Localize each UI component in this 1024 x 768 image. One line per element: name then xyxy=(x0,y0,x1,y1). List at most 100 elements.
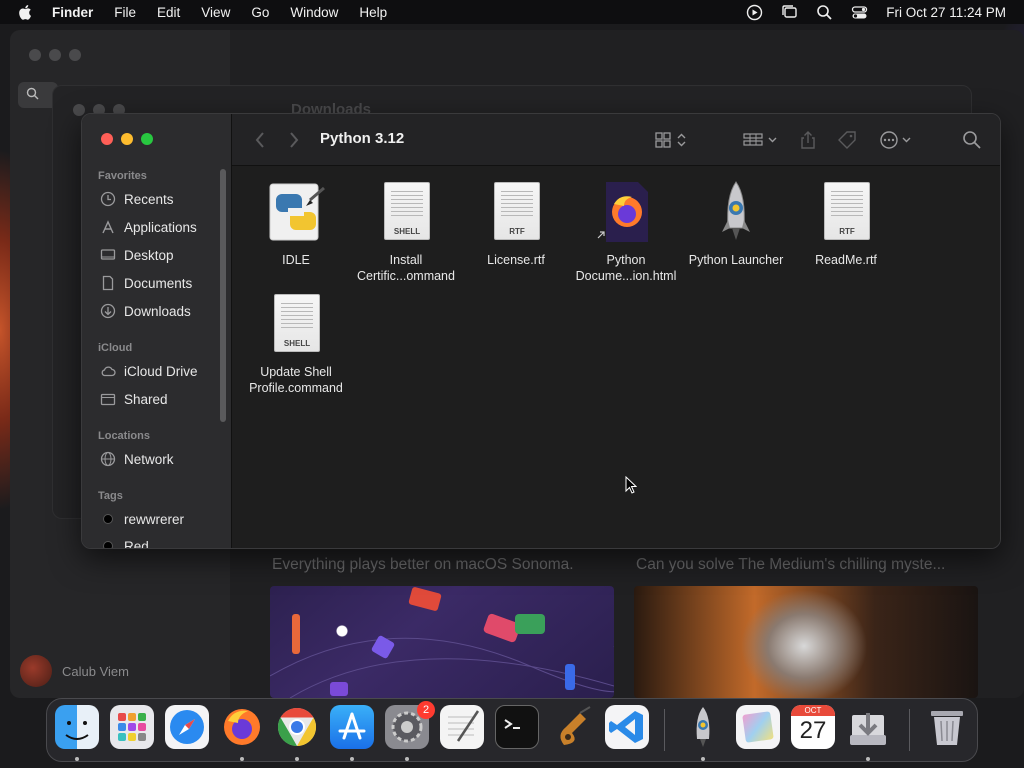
tag-color-dot xyxy=(103,541,113,548)
sidebar-section-locations: Locations xyxy=(98,430,150,442)
dock-separator xyxy=(909,709,910,751)
file-idle[interactable]: IDLE xyxy=(241,180,351,268)
screen-recording-icon[interactable] xyxy=(746,4,763,21)
sidebar-item-desktop[interactable]: Desktop xyxy=(100,245,174,265)
document-icon xyxy=(102,275,114,291)
promo-image-sonoma-games[interactable] xyxy=(270,586,614,698)
view-mode-icon-grid[interactable] xyxy=(654,130,690,150)
background-close-button[interactable] xyxy=(29,49,41,61)
background-zoom-button[interactable] xyxy=(69,49,81,61)
minimize-button[interactable] xyxy=(121,133,133,145)
dock-preview-icon[interactable] xyxy=(736,705,780,749)
promo-image-the-medium[interactable] xyxy=(634,586,978,698)
dock-vscode-icon[interactable] xyxy=(605,705,649,749)
search-icon xyxy=(26,87,39,100)
group-by-icon[interactable] xyxy=(742,130,780,150)
apple-menu-icon[interactable] xyxy=(16,2,36,22)
file-name: License.rtf xyxy=(487,253,545,267)
sidebar-item-label: Desktop xyxy=(124,247,174,263)
dock-running-indicator xyxy=(295,757,299,761)
back-button[interactable] xyxy=(254,130,266,150)
sidebar-tag-rewwrerer[interactable]: rewwrerer xyxy=(100,509,184,529)
sidebar-section-tags: Tags xyxy=(98,490,123,502)
sidebar-item-label: Red xyxy=(124,538,149,549)
forward-button[interactable] xyxy=(288,130,300,150)
background-user-account[interactable]: Calub Viem xyxy=(20,655,129,687)
tag-icon[interactable] xyxy=(836,130,858,150)
menu-go[interactable]: Go xyxy=(251,5,269,20)
dock-python-launcher-icon[interactable] xyxy=(681,705,725,749)
control-center-icon[interactable] xyxy=(851,4,868,21)
menu-edit[interactable]: Edit xyxy=(157,5,180,20)
sidebar-item-recents[interactable]: Recents xyxy=(100,189,174,209)
desktop-icon xyxy=(100,249,116,260)
calendar-month: OCT xyxy=(791,705,835,716)
menu-window[interactable]: Window xyxy=(290,5,338,20)
more-actions-icon[interactable] xyxy=(878,130,916,150)
file-name: Install Certific...ommand xyxy=(357,253,455,283)
sidebar-item-documents[interactable]: Documents xyxy=(100,273,192,293)
menubar-clock[interactable]: Fri Oct 27 11:24 PM xyxy=(886,5,1006,20)
sidebar-scrollbar[interactable] xyxy=(220,169,226,422)
spotlight-search-icon[interactable] xyxy=(816,4,833,21)
avatar xyxy=(20,655,52,687)
file-license-rtf[interactable]: RTF License.rtf xyxy=(461,180,571,268)
dock-garageband-icon[interactable] xyxy=(550,705,594,749)
rocket-app-icon xyxy=(704,180,768,244)
sidebar-item-applications[interactable]: Applications xyxy=(100,217,197,237)
file-python-documentation[interactable]: Python Docume...ion.html xyxy=(571,180,681,284)
clock-icon xyxy=(100,191,116,207)
dock-launchpad-icon[interactable] xyxy=(110,705,154,749)
menu-help[interactable]: Help xyxy=(359,5,387,20)
promo-caption-2[interactable]: Can you solve The Medium's chilling myst… xyxy=(636,556,981,574)
dock-running-indicator xyxy=(350,757,354,761)
sidebar-item-label: Documents xyxy=(124,275,193,291)
dock-calendar-icon[interactable]: OCT 27 xyxy=(791,705,835,749)
dock-running-indicator xyxy=(240,757,244,761)
promo-caption-1[interactable]: Everything plays better on macOS Sonoma. xyxy=(272,556,617,574)
dock-terminal-icon[interactable] xyxy=(495,705,539,749)
search-icon[interactable] xyxy=(962,130,982,150)
tag-color-dot xyxy=(103,514,113,524)
dock-finder-icon[interactable] xyxy=(55,705,99,749)
idle-app-icon xyxy=(264,180,328,244)
menu-file[interactable]: File xyxy=(114,5,136,20)
dock-firefox-icon[interactable] xyxy=(220,705,264,749)
menu-view[interactable]: View xyxy=(201,5,230,20)
rtf-document-icon: RTF xyxy=(484,180,548,244)
stage-manager-icon[interactable] xyxy=(781,4,798,21)
sidebar-item-label: Shared xyxy=(124,391,168,407)
sidebar-item-downloads[interactable]: Downloads xyxy=(100,301,191,321)
finder-file-grid: IDLE SHELL Install Certific...ommand RTF… xyxy=(232,166,1000,548)
file-name: Update Shell Profile.command xyxy=(249,365,343,395)
window-title: Python 3.12 xyxy=(320,130,405,147)
file-readme-rtf[interactable]: RTF ReadMe.rtf xyxy=(791,180,901,268)
file-name: IDLE xyxy=(282,253,310,267)
background-minimize-button[interactable] xyxy=(49,49,61,61)
sidebar-item-network[interactable]: Network xyxy=(100,449,174,469)
file-python-launcher[interactable]: Python Launcher xyxy=(681,180,791,268)
game-pieces-illustration xyxy=(270,587,614,698)
dock-system-settings-icon[interactable]: 2 xyxy=(385,701,435,749)
file-update-shell-profile[interactable]: SHELL Update Shell Profile.command xyxy=(241,292,351,396)
zoom-button[interactable] xyxy=(141,133,153,145)
dock-app-store-icon[interactable] xyxy=(330,705,374,749)
sidebar-tag-red[interactable]: Red xyxy=(100,536,149,549)
file-name: Python Launcher xyxy=(688,253,784,267)
dock-running-indicator xyxy=(405,757,409,761)
sidebar-item-label: rewwrerer xyxy=(124,511,185,527)
finder-toolbar: Python 3.12 xyxy=(232,114,1000,166)
sidebar-item-label: Recents xyxy=(124,191,174,207)
sidebar-item-icloud-drive[interactable]: iCloud Drive xyxy=(100,361,198,381)
shared-folder-icon xyxy=(100,393,116,406)
sidebar-item-shared[interactable]: Shared xyxy=(100,389,168,409)
dock-textedit-icon[interactable] xyxy=(440,705,484,749)
close-button[interactable] xyxy=(101,133,113,145)
dock-downloads-stack-icon[interactable] xyxy=(846,705,890,749)
file-install-certificates[interactable]: SHELL Install Certific...ommand xyxy=(351,180,461,284)
dock-trash-icon[interactable] xyxy=(925,705,969,749)
dock-chrome-icon[interactable] xyxy=(275,705,319,749)
dock-safari-icon[interactable] xyxy=(165,705,209,749)
menu-app-name[interactable]: Finder xyxy=(52,5,93,20)
share-icon[interactable] xyxy=(798,130,818,150)
